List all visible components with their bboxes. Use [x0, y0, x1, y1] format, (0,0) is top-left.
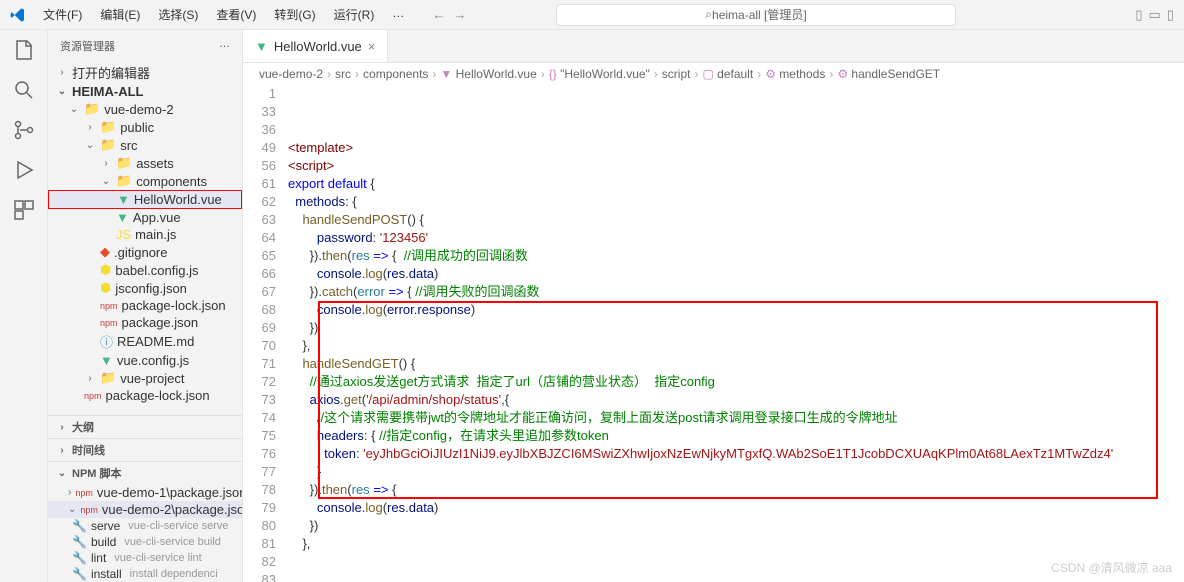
- npm-script-install[interactable]: 🔧installinstall dependenci: [48, 566, 242, 582]
- menu-item[interactable]: 运行(R): [326, 2, 383, 27]
- nav-back-icon[interactable]: ←: [432, 7, 445, 22]
- menu-item[interactable]: 选择(S): [150, 2, 206, 27]
- npm-section[interactable]: ⌄NPM 脚本: [48, 461, 242, 484]
- sidebar-title: 资源管理器: [60, 38, 115, 54]
- breadcrumb-item[interactable]: components: [363, 67, 428, 81]
- menu-item[interactable]: 查看(V): [208, 2, 264, 27]
- main-menu: 文件(F)编辑(E)选择(S)查看(V)转到(G)运行(R)…: [35, 2, 412, 27]
- folder-assets[interactable]: ›📁assets: [48, 154, 242, 172]
- file-jsconfig[interactable]: ⬢jsconfig.json: [48, 279, 242, 297]
- npm-pkg1[interactable]: ›npmvue-demo-1\package.json: [48, 484, 242, 501]
- activity-bar: [0, 30, 48, 582]
- folder-vue-project[interactable]: ›📁vue-project: [48, 369, 242, 387]
- root-folder[interactable]: ⌄HEIMA-ALL: [48, 83, 242, 100]
- folder-components[interactable]: ⌄📁components: [48, 172, 242, 190]
- menu-item[interactable]: 编辑(E): [92, 2, 148, 27]
- search-text: heima-all [管理员]: [712, 6, 807, 23]
- extensions-icon[interactable]: [12, 198, 36, 222]
- layout-panel-bottom-icon[interactable]: ▭: [1149, 7, 1161, 23]
- layout-controls: ▯ ▭ ▯: [1135, 7, 1174, 23]
- file-pkglock2[interactable]: npmpackage-lock.json: [48, 387, 242, 404]
- vue-file-icon: ▼: [255, 39, 268, 54]
- file-main-js[interactable]: JSmain.js: [48, 226, 242, 243]
- menu-item[interactable]: 文件(F): [35, 2, 90, 27]
- folder-src[interactable]: ⌄📁src: [48, 136, 242, 154]
- npm-script-serve[interactable]: 🔧servevue-cli-service serve: [48, 518, 242, 534]
- run-debug-icon[interactable]: [12, 158, 36, 182]
- nav-forward-icon[interactable]: →: [453, 7, 466, 22]
- file-babel[interactable]: ⬢babel.config.js: [48, 261, 242, 279]
- file-app-vue[interactable]: ▼App.vue: [48, 209, 242, 226]
- titlebar: 文件(F)编辑(E)选择(S)查看(V)转到(G)运行(R)… ← → ⌕ he…: [0, 0, 1184, 30]
- breadcrumb-item[interactable]: ▼ HelloWorld.vue: [440, 67, 536, 81]
- timeline-section[interactable]: ›时间线: [48, 438, 242, 461]
- file-pkg[interactable]: npmpackage.json: [48, 314, 242, 331]
- source-control-icon[interactable]: [12, 118, 36, 142]
- folder-public[interactable]: ›📁public: [48, 118, 242, 136]
- breadcrumb-item[interactable]: ⚙ handleSendGET: [837, 67, 940, 81]
- file-tree: ›打开的编辑器 ⌄HEIMA-ALL ⌄📁vue-demo-2 ›📁public…: [48, 62, 242, 415]
- file-helloworld[interactable]: ▼HelloWorld.vue: [48, 190, 242, 209]
- file-pkglock[interactable]: npmpackage-lock.json: [48, 297, 242, 314]
- npm-script-lint[interactable]: 🔧lintvue-cli-service lint: [48, 550, 242, 566]
- watermark: CSDN @清风微凉 aaa: [1051, 559, 1172, 576]
- outline-section[interactable]: ›大纲: [48, 415, 242, 438]
- file-gitignore[interactable]: ◆.gitignore: [48, 243, 242, 261]
- search-icon: ⌕: [705, 7, 712, 22]
- close-tab-icon[interactable]: ×: [368, 39, 376, 54]
- breadcrumb-item[interactable]: script: [662, 67, 691, 81]
- sidebar: 资源管理器 … ›打开的编辑器 ⌄HEIMA-ALL ⌄📁vue-demo-2 …: [48, 30, 243, 582]
- explorer-icon[interactable]: [12, 38, 36, 62]
- file-vueconfig[interactable]: ▼vue.config.js: [48, 352, 242, 369]
- line-gutter: 1333649566162636465666768697071727374757…: [243, 85, 288, 582]
- code-content[interactable]: <template><script>export default { metho…: [288, 85, 1184, 582]
- tab-helloworld[interactable]: ▼ HelloWorld.vue ×: [243, 30, 388, 62]
- breadcrumb[interactable]: vue-demo-2›src›components›▼ HelloWorld.v…: [243, 63, 1184, 85]
- npm-script-build[interactable]: 🔧buildvue-cli-service build: [48, 534, 242, 550]
- editor-area: ▼ HelloWorld.vue × vue-demo-2›src›compon…: [243, 30, 1184, 582]
- breadcrumb-item[interactable]: ▢ default: [702, 67, 753, 81]
- nav-arrows: ← →: [432, 7, 466, 22]
- breadcrumb-item[interactable]: vue-demo-2: [259, 67, 323, 81]
- tab-label: HelloWorld.vue: [274, 39, 362, 54]
- folder-vue-demo-2[interactable]: ⌄📁vue-demo-2: [48, 100, 242, 118]
- breadcrumb-item[interactable]: {} "HelloWorld.vue": [549, 67, 650, 81]
- code-editor[interactable]: 1333649566162636465666768697071727374757…: [243, 85, 1184, 582]
- search-activity-icon[interactable]: [12, 78, 36, 102]
- command-center[interactable]: ⌕ heima-all [管理员]: [556, 4, 956, 26]
- menu-item[interactable]: …: [384, 2, 412, 27]
- breadcrumb-item[interactable]: ⚙ methods: [765, 67, 825, 81]
- sidebar-more-icon[interactable]: …: [219, 38, 230, 54]
- layout-panel-left-icon[interactable]: ▯: [1135, 7, 1142, 23]
- open-editors-section[interactable]: ›打开的编辑器: [48, 62, 242, 83]
- layout-panel-right-icon[interactable]: ▯: [1167, 7, 1174, 23]
- menu-item[interactable]: 转到(G): [266, 2, 323, 27]
- vscode-logo-icon: [0, 7, 35, 23]
- file-readme[interactable]: ⓘREADME.md: [48, 331, 242, 352]
- npm-pkg2[interactable]: ⌄npmvue-demo-2\package.json: [48, 501, 242, 518]
- editor-tabs: ▼ HelloWorld.vue ×: [243, 30, 1184, 63]
- breadcrumb-item[interactable]: src: [335, 67, 351, 81]
